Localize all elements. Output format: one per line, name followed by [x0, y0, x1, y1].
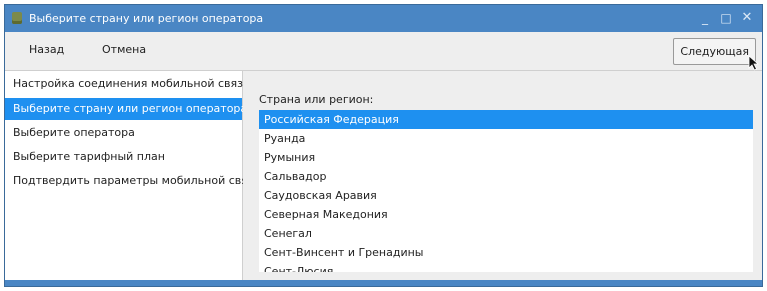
- mouse-pointer-icon: [748, 55, 760, 71]
- list-item[interactable]: Саудовская Аравия: [259, 186, 753, 205]
- main-panel: Страна или регион: Российская Федерация …: [243, 71, 762, 286]
- list-item-selected[interactable]: Российская Федерация: [259, 110, 753, 129]
- list-item[interactable]: Руанда: [259, 129, 753, 148]
- next-button[interactable]: Следующая: [673, 38, 756, 65]
- back-button[interactable]: Назад: [29, 43, 64, 56]
- step-item: Настройка соединения мобильной связи: [13, 77, 251, 90]
- step-item: Выберите тарифный план: [13, 150, 165, 163]
- close-icon[interactable]: ✕: [738, 9, 756, 27]
- list-item[interactable]: Румыния: [259, 148, 753, 167]
- step-item: Подтвердить параметры мобильной связи: [13, 174, 261, 187]
- list-item[interactable]: Сент-Люсия: [259, 262, 753, 272]
- app-icon: [12, 12, 22, 24]
- title-bar: Выберите страну или регион оператора _ □…: [5, 5, 762, 32]
- list-item[interactable]: Сенегал: [259, 224, 753, 243]
- country-list-label: Страна или регион:: [259, 93, 374, 106]
- list-item[interactable]: Сальвадор: [259, 167, 753, 186]
- cancel-button[interactable]: Отмена: [102, 43, 146, 56]
- wizard-window: Выберите страну или регион оператора _ □…: [4, 4, 763, 287]
- minimize-icon[interactable]: _: [696, 9, 714, 27]
- step-item-active: Выберите страну или регион оператора: [5, 98, 247, 120]
- country-list[interactable]: Российская Федерация Руанда Румыния Саль…: [259, 110, 753, 272]
- wizard-toolbar: Назад Отмена Следующая: [5, 32, 762, 71]
- bottom-border: [5, 280, 762, 286]
- step-item: Выберите оператора: [13, 126, 135, 139]
- list-item[interactable]: Сент-Винсент и Гренадины: [259, 243, 753, 262]
- list-item[interactable]: Северная Македония: [259, 205, 753, 224]
- window-title: Выберите страну или регион оператора: [29, 12, 264, 25]
- maximize-icon[interactable]: □: [717, 9, 735, 27]
- wizard-steps: Настройка соединения мобильной связи Выб…: [5, 71, 261, 286]
